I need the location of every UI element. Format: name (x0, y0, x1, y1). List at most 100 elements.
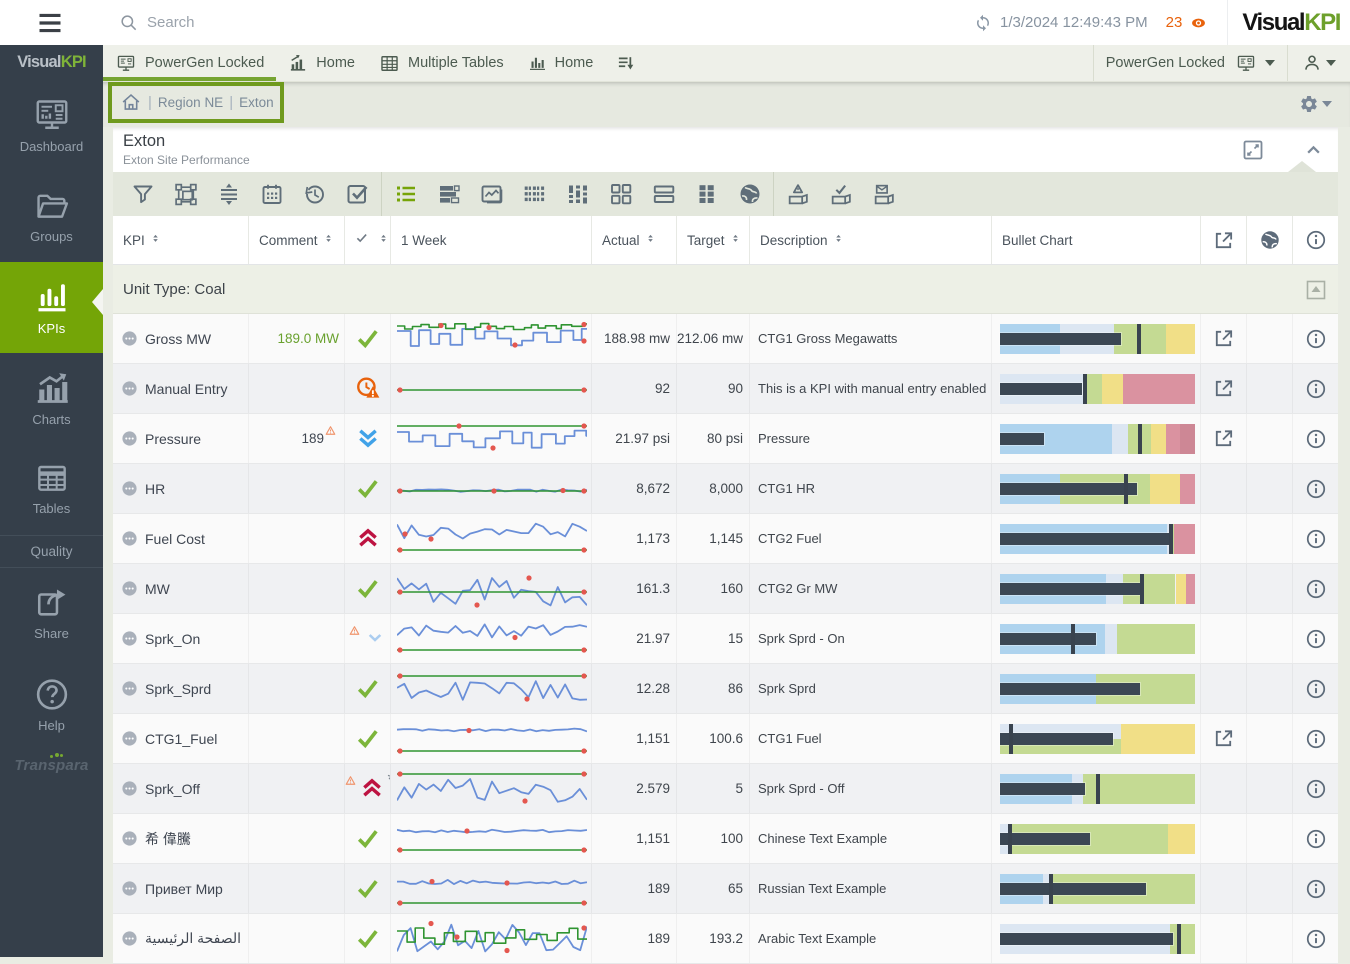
column-header-desc[interactable]: Description (750, 216, 992, 264)
info-icon[interactable] (1305, 378, 1327, 400)
tb-select-box-button[interactable] (164, 179, 207, 209)
kpi-name[interactable]: Manual Entry (145, 381, 227, 397)
kpi-context-menu-icon[interactable] (121, 330, 138, 347)
breadcrumb-exton[interactable]: Exton (239, 95, 274, 110)
info-icon[interactable] (1305, 728, 1327, 750)
column-header-info[interactable] (1293, 216, 1338, 264)
kpi-name[interactable]: CTG1_Fuel (145, 731, 217, 747)
tb-grid-3x2-button[interactable] (685, 179, 728, 209)
column-header-globe[interactable] (1247, 216, 1293, 264)
home-icon[interactable] (120, 92, 142, 113)
kpi-row-10[interactable]: Sprk_Off*2.5795Sprk Sprd - Off (113, 764, 1338, 814)
column-header-status[interactable] (345, 216, 391, 264)
info-icon[interactable] (1305, 528, 1327, 550)
column-header-actual[interactable]: Actual (592, 216, 677, 264)
kpi-context-menu-icon[interactable] (121, 930, 138, 947)
favorite-tab-home-1[interactable]: Home (276, 45, 367, 81)
info-icon[interactable] (1305, 678, 1327, 700)
kpi-context-menu-icon[interactable] (121, 730, 138, 747)
kpi-name[interactable]: الصفحة الرئيسية (145, 930, 241, 947)
info-icon[interactable] (1305, 878, 1327, 900)
eye-icon[interactable] (1188, 16, 1209, 30)
search-box[interactable] (119, 0, 447, 45)
kpi-name[interactable]: HR (145, 481, 165, 497)
column-header-kpi[interactable]: KPI (113, 216, 249, 264)
external-link-icon[interactable] (1212, 327, 1235, 350)
sidebar-item-dashboard[interactable]: Dashboard (0, 80, 103, 171)
kpi-context-menu-icon[interactable] (121, 830, 138, 847)
kpi-row-3[interactable]: Pressure18921.97 psi80 psiPressure (113, 414, 1338, 464)
tb-list-button[interactable] (384, 179, 427, 209)
kpi-row-9[interactable]: CTG1_Fuel1,151100.6CTG1 Fuel (113, 714, 1338, 764)
tb-globe-button[interactable] (728, 179, 771, 209)
sidebar-item-charts[interactable]: Charts (0, 353, 103, 444)
tb-history-button[interactable] (293, 179, 336, 209)
tb-check-send-button[interactable] (819, 179, 862, 209)
kpi-name[interactable]: MW (145, 581, 170, 597)
column-header-bullet[interactable]: Bullet Chart (992, 216, 1201, 264)
kpi-row-2[interactable]: Manual Entry9290This is a KPI with manua… (113, 364, 1338, 414)
column-header-link[interactable] (1201, 216, 1247, 264)
sidebar-item-quality[interactable]: Quality (0, 535, 103, 568)
info-icon[interactable] (1305, 578, 1327, 600)
tb-filter-button[interactable] (121, 179, 164, 209)
kpi-context-menu-icon[interactable] (121, 380, 138, 397)
kpi-name[interactable]: Sprk_On (145, 631, 200, 647)
collapse-panel-icon[interactable] (1301, 142, 1326, 158)
kpi-context-menu-icon[interactable] (121, 480, 138, 497)
favorite-tab-home-3[interactable]: Home (516, 45, 606, 81)
tb-grid-2x2-button[interactable] (599, 179, 642, 209)
kpi-name[interactable]: 希 偉騰 (145, 829, 191, 849)
sidebar-item-groups[interactable]: Groups (0, 171, 103, 262)
kpi-context-menu-icon[interactable] (121, 880, 138, 897)
group-header-row[interactable]: Unit Type: Coal (113, 265, 1338, 314)
tb-mail-send-button[interactable] (862, 179, 905, 209)
tb-chart-image-button[interactable] (470, 179, 513, 209)
kpi-context-menu-icon[interactable] (121, 580, 138, 597)
collapse-group-icon[interactable] (1304, 278, 1328, 302)
tb-checkbox-button[interactable] (336, 179, 379, 209)
info-icon[interactable] (1305, 828, 1327, 850)
info-icon[interactable] (1305, 628, 1327, 650)
menu-hamburger-icon[interactable] (28, 10, 72, 36)
profile-selector[interactable]: PowerGen Locked (1094, 45, 1287, 81)
kpi-context-menu-icon[interactable] (121, 680, 138, 697)
info-icon[interactable] (1305, 328, 1327, 350)
kpi-row-7[interactable]: Sprk_On21.9715Sprk Sprd - On (113, 614, 1338, 664)
page-settings-button[interactable] (1299, 94, 1332, 114)
kpi-row-11[interactable]: 希 偉騰1,151100Chinese Text Example (113, 814, 1338, 864)
info-icon[interactable] (1305, 478, 1327, 500)
tb-density-button[interactable] (207, 179, 250, 209)
tb-alert-send-button[interactable] (776, 179, 819, 209)
tb-calendar-button[interactable] (250, 179, 293, 209)
favorite-tab-powergen-locked-0[interactable]: PowerGen Locked (103, 45, 276, 81)
kpi-context-menu-icon[interactable] (121, 630, 138, 647)
sidebar-item-kpis[interactable]: KPIs (0, 262, 103, 353)
kpi-name[interactable]: Gross MW (145, 331, 211, 347)
kpi-name[interactable]: Sprk_Sprd (145, 681, 211, 697)
kpi-context-menu-icon[interactable] (121, 430, 138, 447)
tb-rollup-button[interactable] (427, 179, 470, 209)
sidebar-item-help[interactable]: Help (0, 659, 103, 750)
external-link-icon[interactable] (1212, 427, 1235, 450)
search-input[interactable] (147, 14, 447, 31)
kpi-row-12[interactable]: Привет Мир18965Russian Text Example (113, 864, 1338, 914)
sidebar-item-tables[interactable]: Tables (0, 444, 103, 535)
info-icon[interactable] (1305, 778, 1327, 800)
info-icon[interactable] (1305, 428, 1327, 450)
tab-list-menu[interactable] (605, 45, 647, 81)
column-header-target[interactable]: Target (677, 216, 750, 264)
tb-grid-dashed-button[interactable] (513, 179, 556, 209)
fullscreen-icon[interactable] (1241, 138, 1265, 162)
kpi-name[interactable]: Pressure (145, 431, 201, 447)
tb-cols-dashed-button[interactable] (556, 179, 599, 209)
kpi-row-6[interactable]: MW161.3160CTG2 Gr MW (113, 564, 1338, 614)
kpi-name[interactable]: Привет Мир (145, 881, 223, 897)
user-menu[interactable] (1288, 45, 1350, 81)
kpi-context-menu-icon[interactable] (121, 780, 138, 797)
kpi-context-menu-icon[interactable] (121, 530, 138, 547)
column-header-comment[interactable]: Comment (249, 216, 345, 264)
column-header-week[interactable]: 1 Week (391, 216, 592, 264)
kpi-name[interactable]: Fuel Cost (145, 531, 205, 547)
kpi-row-4[interactable]: HR8,6728,000CTG1 HR (113, 464, 1338, 514)
